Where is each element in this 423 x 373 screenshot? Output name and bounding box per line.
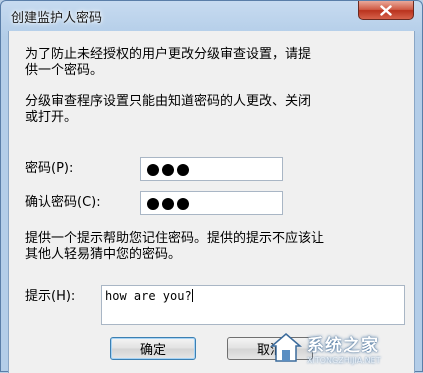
confirm-password-label: 确认密码(C): [25,195,101,210]
notice-text: 分级审查程序设置只能由知道密码的人更改、关闭或打开。 [25,94,312,125]
watermark: 系统之家 XITONGZHIJIA.NET [269,323,423,373]
window-title: 创建监护人密码 [11,11,103,26]
mask-dot [162,198,174,210]
dialog-window: 创建监护人密码 为了防止未经授权的用户更改分级审查设置，请提供一个密码。 分级审… [0,0,423,373]
watermark-text: 系统之家 [307,336,379,356]
mask-dot [177,198,189,210]
intro-text: 为了防止未经授权的用户更改分级审查设置，请提供一个密码。 [25,47,312,78]
dialog-content: 为了防止未经授权的用户更改分级审查设置，请提供一个密码。 分级审查程序设置只能由… [8,31,415,373]
close-button[interactable] [358,1,414,20]
confirm-password-field[interactable] [140,191,283,215]
title-bar[interactable]: 创建监护人密码 [1,1,422,31]
password-label: 密码(P): [25,161,74,176]
ok-button[interactable]: 确定 [110,337,196,360]
hint-label: 提示(H): [25,289,76,304]
close-icon [380,4,392,16]
password-field[interactable] [140,157,283,181]
hint-value: how are you? [105,289,193,303]
password-mask [147,164,189,176]
watermark-url: XITONGZHIJIA.NET [307,356,381,365]
mask-dot [147,164,159,176]
hint-field[interactable]: how are you? [101,285,405,325]
text-caret [191,289,193,302]
confirm-password-mask [147,198,189,210]
watermark-logo-icon [269,333,303,362]
mask-dot [162,164,174,176]
hint-info-text: 提供一个提示帮助您记住密码。提供的提示不应该让其他人轻易猜中您的密码。 [25,231,325,262]
mask-dot [177,164,189,176]
mask-dot [147,198,159,210]
